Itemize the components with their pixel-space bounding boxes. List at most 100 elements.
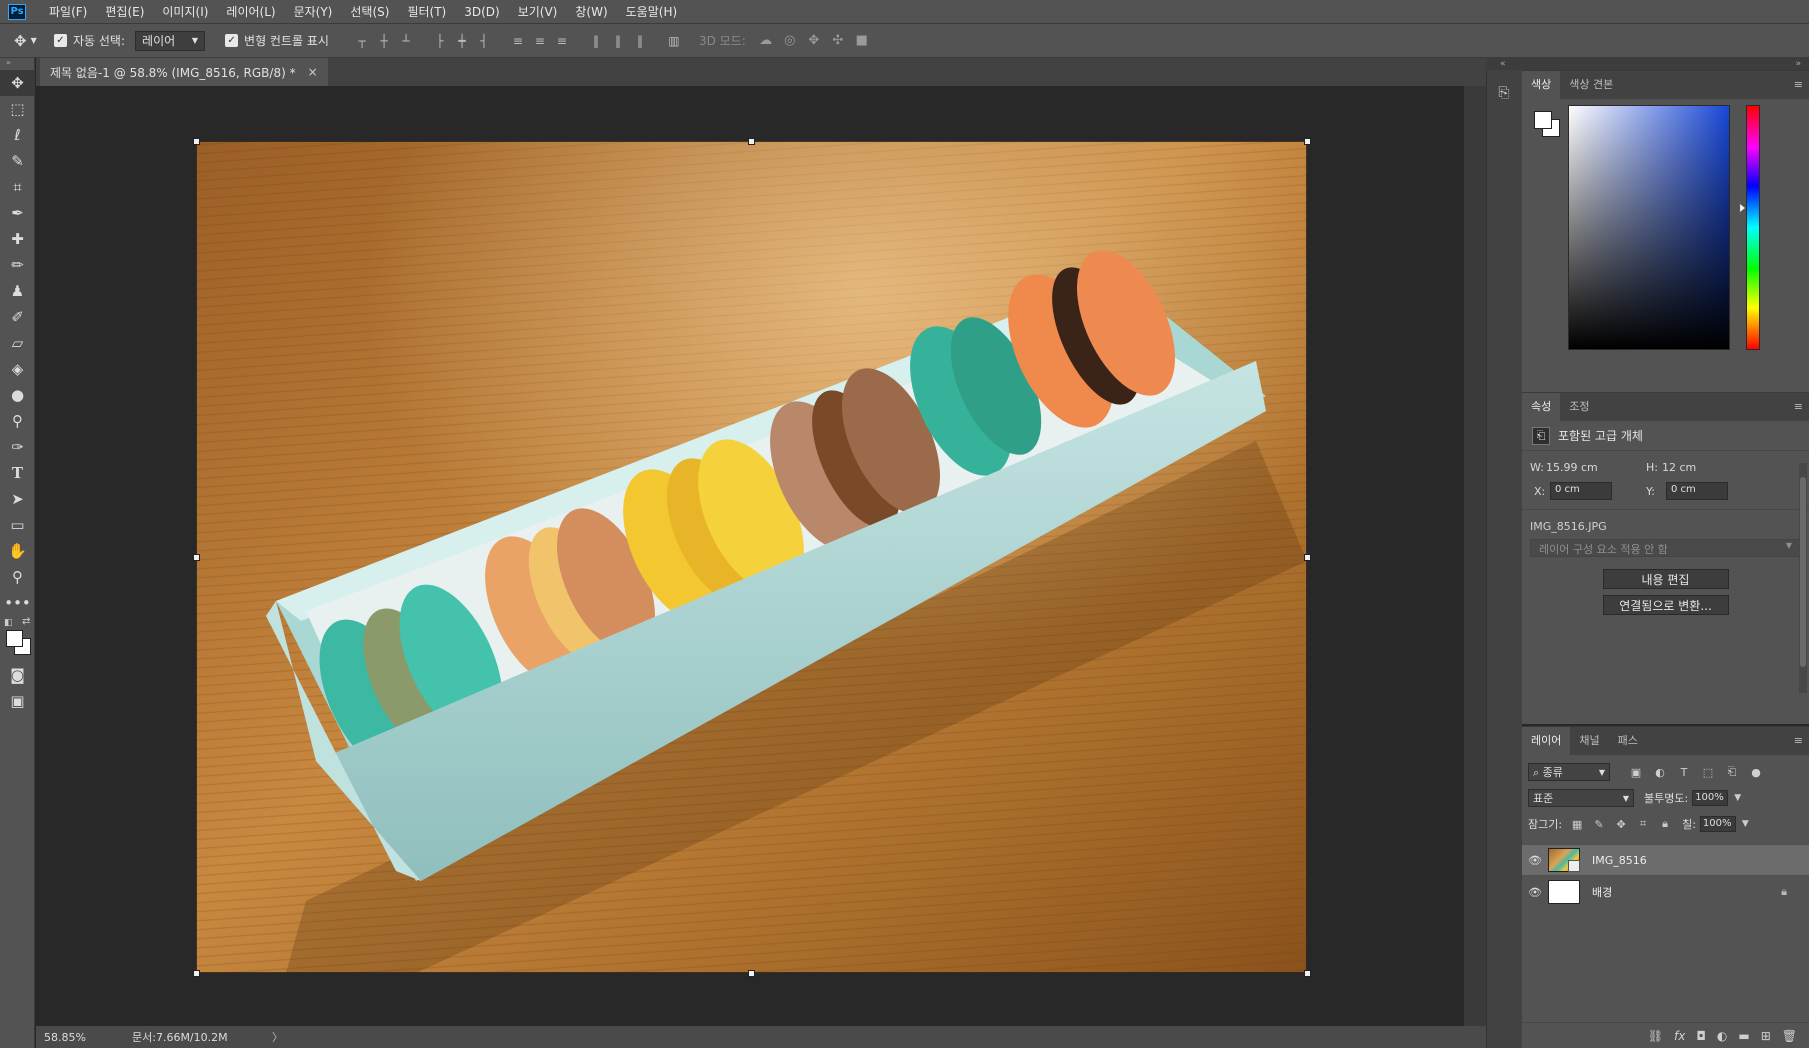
adjustment-layer-icon[interactable]: ◐ — [1717, 1029, 1727, 1043]
document-tab[interactable]: 제목 없음-1 @ 58.8% (IMG_8516, RGB/8) * × — [40, 58, 328, 86]
rectangle-tool-icon[interactable]: ▭ — [0, 512, 35, 538]
healing-brush-tool-icon[interactable]: ✚ — [0, 226, 35, 252]
status-menu-icon[interactable]: 〉 — [272, 1029, 283, 1045]
menu-file[interactable]: 파일(F) — [40, 0, 96, 24]
align-right-icon[interactable]: ┤ — [473, 30, 495, 52]
filter-type-icon[interactable]: T — [1672, 766, 1696, 779]
hue-slider[interactable] — [1746, 105, 1760, 350]
transform-handle-top-right[interactable] — [1304, 138, 1311, 145]
distribute-right-icon[interactable]: ‖ — [629, 30, 651, 52]
lock-all-icon[interactable]: 🔒︎ — [1654, 817, 1676, 831]
transform-handle-right[interactable] — [1304, 554, 1311, 561]
vertical-scrollbar[interactable] — [1464, 86, 1486, 1026]
tab-channels[interactable]: 채널 — [1570, 727, 1608, 755]
menu-3d[interactable]: 3D(D) — [455, 0, 508, 24]
lock-transparent-icon[interactable]: ▦ — [1566, 818, 1588, 831]
layer-comp-dropdown[interactable]: 레이어 구성 요소 적용 안 함 ▼ — [1530, 539, 1801, 557]
new-layer-icon[interactable]: ⊞ — [1761, 1029, 1771, 1043]
layer-kind-filter[interactable]: ⌕ 종류 ▼ — [1528, 763, 1610, 781]
tab-color[interactable]: 색상 — [1522, 71, 1561, 99]
convert-to-linked-button[interactable]: 연결됨으로 변환... — [1602, 595, 1729, 615]
history-panel-icon[interactable]: ⎘ — [1490, 78, 1518, 108]
transform-handle-bottom-right[interactable] — [1304, 970, 1311, 977]
align-left-icon[interactable]: ├ — [429, 30, 451, 52]
transform-handle-top[interactable] — [748, 138, 755, 145]
path-select-tool-icon[interactable]: ➤ — [0, 486, 35, 512]
panel-menu-icon[interactable]: ≡ — [1794, 734, 1803, 747]
width-value[interactable]: 15.99 cm — [1546, 461, 1646, 474]
lock-position-icon[interactable]: ✥ — [1610, 818, 1632, 831]
transform-handle-top-left[interactable] — [193, 138, 200, 145]
collapse-panels-icon[interactable]: » — [1795, 59, 1801, 69]
distribute-hcenter-icon[interactable]: ‖ — [607, 30, 629, 52]
hand-tool-icon[interactable]: ✋ — [0, 538, 35, 564]
quick-mask-icon[interactable]: ◙ — [0, 662, 35, 688]
layer-row[interactable]: 👁︎ 배경 🔒︎ — [1522, 877, 1809, 907]
edit-contents-button[interactable]: 내용 편집 — [1602, 569, 1729, 589]
auto-select-checkbox[interactable]: ✓ — [54, 34, 67, 47]
lasso-tool-icon[interactable]: ℓ — [0, 122, 35, 148]
filter-toggle-icon[interactable]: ● — [1744, 766, 1768, 779]
brush-tool-icon[interactable]: ✏ — [0, 252, 35, 278]
menu-image[interactable]: 이미지(I) — [153, 0, 217, 24]
fill-input[interactable]: 100% — [1699, 816, 1736, 832]
menu-edit[interactable]: 편집(E) — [96, 0, 153, 24]
expand-panels-icon[interactable]: « — [1500, 59, 1506, 69]
eyedropper-tool-icon[interactable]: ✒ — [0, 200, 35, 226]
opacity-input[interactable]: 100% — [1692, 790, 1729, 806]
layer-row[interactable]: 👁︎ IMG_8516 — [1522, 845, 1809, 875]
zoom-tool-icon[interactable]: ⚲ — [0, 564, 35, 590]
link-layers-icon[interactable]: ⛓︎ — [1648, 1029, 1663, 1043]
x-input[interactable]: 0 cm — [1550, 482, 1612, 500]
menu-layer[interactable]: 레이어(L) — [217, 0, 284, 24]
more-tools-icon[interactable]: ••• — [0, 590, 35, 616]
screen-mode-icon[interactable]: ▣ — [0, 688, 35, 714]
tab-paths[interactable]: 패스 — [1609, 727, 1647, 755]
close-tab-icon[interactable]: × — [308, 65, 318, 79]
transform-handle-bottom[interactable] — [748, 970, 755, 977]
clone-stamp-tool-icon[interactable]: ♟ — [0, 278, 35, 304]
dock-collapse-bar[interactable]: « » — [1486, 58, 1809, 70]
fill-slider-toggle-icon[interactable]: ▼ — [1742, 819, 1749, 829]
panel-collapse-icon[interactable]: » — [0, 58, 34, 70]
dodge-tool-icon[interactable]: ⚲ — [0, 408, 35, 434]
color-picker-field[interactable] — [1568, 105, 1730, 350]
roll-3d-icon[interactable]: ◎ — [778, 30, 802, 52]
filter-smart-object-icon[interactable]: ⎗ — [1720, 765, 1744, 779]
properties-scrollbar-thumb[interactable] — [1800, 477, 1806, 667]
auto-select-target-dropdown[interactable]: 레이어 ▼ — [135, 30, 206, 51]
tab-adjustments[interactable]: 조정 — [1560, 393, 1598, 421]
panel-foreground-swatch[interactable] — [1534, 111, 1552, 129]
history-brush-tool-icon[interactable]: ✐ — [0, 304, 35, 330]
paint-bucket-tool-icon[interactable]: ◈ — [0, 356, 35, 382]
type-tool-icon[interactable]: T — [0, 460, 35, 486]
move-tool-icon[interactable]: ✥ — [0, 70, 35, 96]
slide-3d-icon[interactable]: ✣ — [826, 30, 850, 52]
filter-shape-icon[interactable]: ⬚ — [1696, 766, 1720, 779]
filter-adjustment-icon[interactable]: ◐ — [1648, 766, 1672, 779]
height-value[interactable]: 12 cm — [1662, 461, 1762, 474]
tab-properties[interactable]: 속성 — [1522, 393, 1561, 421]
blend-mode-dropdown[interactable]: 표준 ▼ — [1528, 789, 1634, 807]
auto-align-icon[interactable]: ▥ — [663, 30, 685, 52]
visibility-eye-icon[interactable]: 👁︎ — [1522, 886, 1548, 899]
transform-handle-bottom-left[interactable] — [193, 970, 200, 977]
menu-view[interactable]: 보기(V) — [509, 0, 567, 24]
distribute-vcenter-icon[interactable]: ≡ — [529, 30, 551, 52]
panel-menu-icon[interactable]: ≡ — [1794, 400, 1803, 413]
zoom-level[interactable]: 58.85% — [36, 1031, 116, 1044]
opacity-slider-toggle-icon[interactable]: ▼ — [1734, 793, 1741, 803]
orbit-3d-icon[interactable]: ☁ — [754, 30, 778, 52]
foreground-color-swatch[interactable] — [6, 630, 23, 647]
align-top-icon[interactable]: ┬ — [351, 30, 373, 52]
menu-filter[interactable]: 필터(T) — [398, 0, 455, 24]
lock-artboard-icon[interactable]: ⌗ — [1632, 817, 1654, 831]
pen-tool-icon[interactable]: ✑ — [0, 434, 35, 460]
menu-select[interactable]: 선택(S) — [341, 0, 398, 24]
visibility-eye-icon[interactable]: 👁︎ — [1522, 854, 1548, 867]
quick-select-tool-icon[interactable]: ✎ — [0, 148, 35, 174]
eraser-tool-icon[interactable]: ▱ — [0, 330, 35, 356]
distribute-bottom-icon[interactable]: ≡ — [551, 30, 573, 52]
align-vcenter-icon[interactable]: ┼ — [373, 30, 395, 52]
document-canvas-image[interactable] — [196, 141, 1307, 973]
